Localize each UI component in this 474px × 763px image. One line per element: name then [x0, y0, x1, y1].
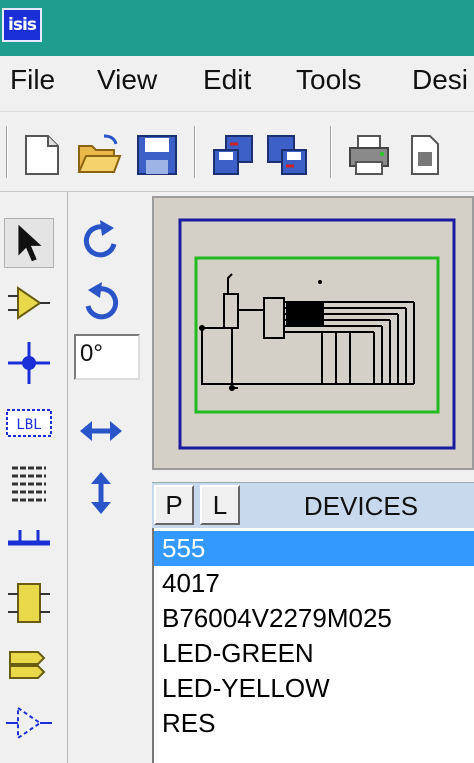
menu-file[interactable]: File — [10, 64, 55, 96]
pick-devices-button[interactable]: P — [154, 485, 194, 525]
rotation-angle-field[interactable]: 0° — [74, 334, 140, 380]
mode-toolbar: LBL — [0, 192, 68, 763]
device-list-item[interactable]: LED-YELLOW — [154, 671, 474, 706]
junction-dot-icon[interactable] — [4, 338, 54, 388]
menu-tools[interactable]: Tools — [296, 64, 361, 96]
orientation-toolbar — [70, 192, 146, 763]
device-pin-icon[interactable] — [4, 698, 54, 748]
flip-horizontal-icon[interactable] — [76, 406, 126, 456]
menu-edit[interactable]: Edit — [203, 64, 251, 96]
device-list[interactable]: 555 4017 B76004V2279M025 LED-GREEN LED-YELLO… — [152, 528, 474, 763]
device-list-item[interactable]: 4017 — [154, 566, 474, 601]
print-icon[interactable] — [346, 132, 392, 178]
print-setup-icon[interactable] — [402, 132, 448, 178]
device-list-item[interactable]: B76004V2279M025 — [154, 601, 474, 636]
isis-window: isis File View Edit Tools Desi LBL 0° P … — [0, 0, 474, 763]
title-bar: isis — [0, 0, 474, 56]
selection-arrow-icon[interactable] — [4, 218, 54, 268]
terminal-icon[interactable] — [4, 638, 54, 688]
menu-design[interactable]: Desi — [412, 64, 468, 96]
toolbar-separator — [194, 126, 196, 178]
subcircuit-icon[interactable] — [4, 578, 54, 628]
device-list-item[interactable]: RES — [154, 706, 474, 741]
device-list-item[interactable]: 555 — [154, 531, 474, 566]
toolbar-separator — [330, 126, 332, 178]
open-folder-icon[interactable] — [76, 132, 122, 178]
import-section-icon[interactable] — [210, 132, 256, 178]
flip-vertical-icon[interactable] — [76, 468, 126, 518]
rotate-anticlockwise-icon[interactable] — [76, 278, 126, 328]
device-selector-header: P L DEVICES — [152, 482, 474, 528]
component-icon[interactable] — [4, 278, 54, 328]
devices-title: DEVICES — [303, 490, 419, 521]
device-list-item[interactable]: LED-GREEN — [154, 636, 474, 671]
menu-bar: File View Edit Tools Desi — [0, 56, 474, 112]
export-section-icon[interactable] — [264, 132, 310, 178]
new-file-icon[interactable] — [18, 132, 64, 178]
library-manager-button[interactable]: L — [200, 485, 240, 525]
save-icon[interactable] — [134, 132, 180, 178]
toolbar-separator — [6, 126, 8, 178]
text-script-icon[interactable] — [4, 458, 54, 508]
rotate-clockwise-icon[interactable] — [76, 216, 126, 266]
wire-label-icon[interactable]: LBL — [4, 398, 54, 448]
svg-text:LBL: LBL — [16, 417, 41, 433]
toolbar — [0, 112, 474, 192]
overview-pane[interactable] — [152, 196, 474, 470]
menu-view[interactable]: View — [97, 64, 157, 96]
schematic-overview-preview — [178, 218, 456, 450]
app-logo-icon[interactable]: isis — [2, 8, 42, 42]
bus-icon[interactable] — [4, 518, 54, 568]
